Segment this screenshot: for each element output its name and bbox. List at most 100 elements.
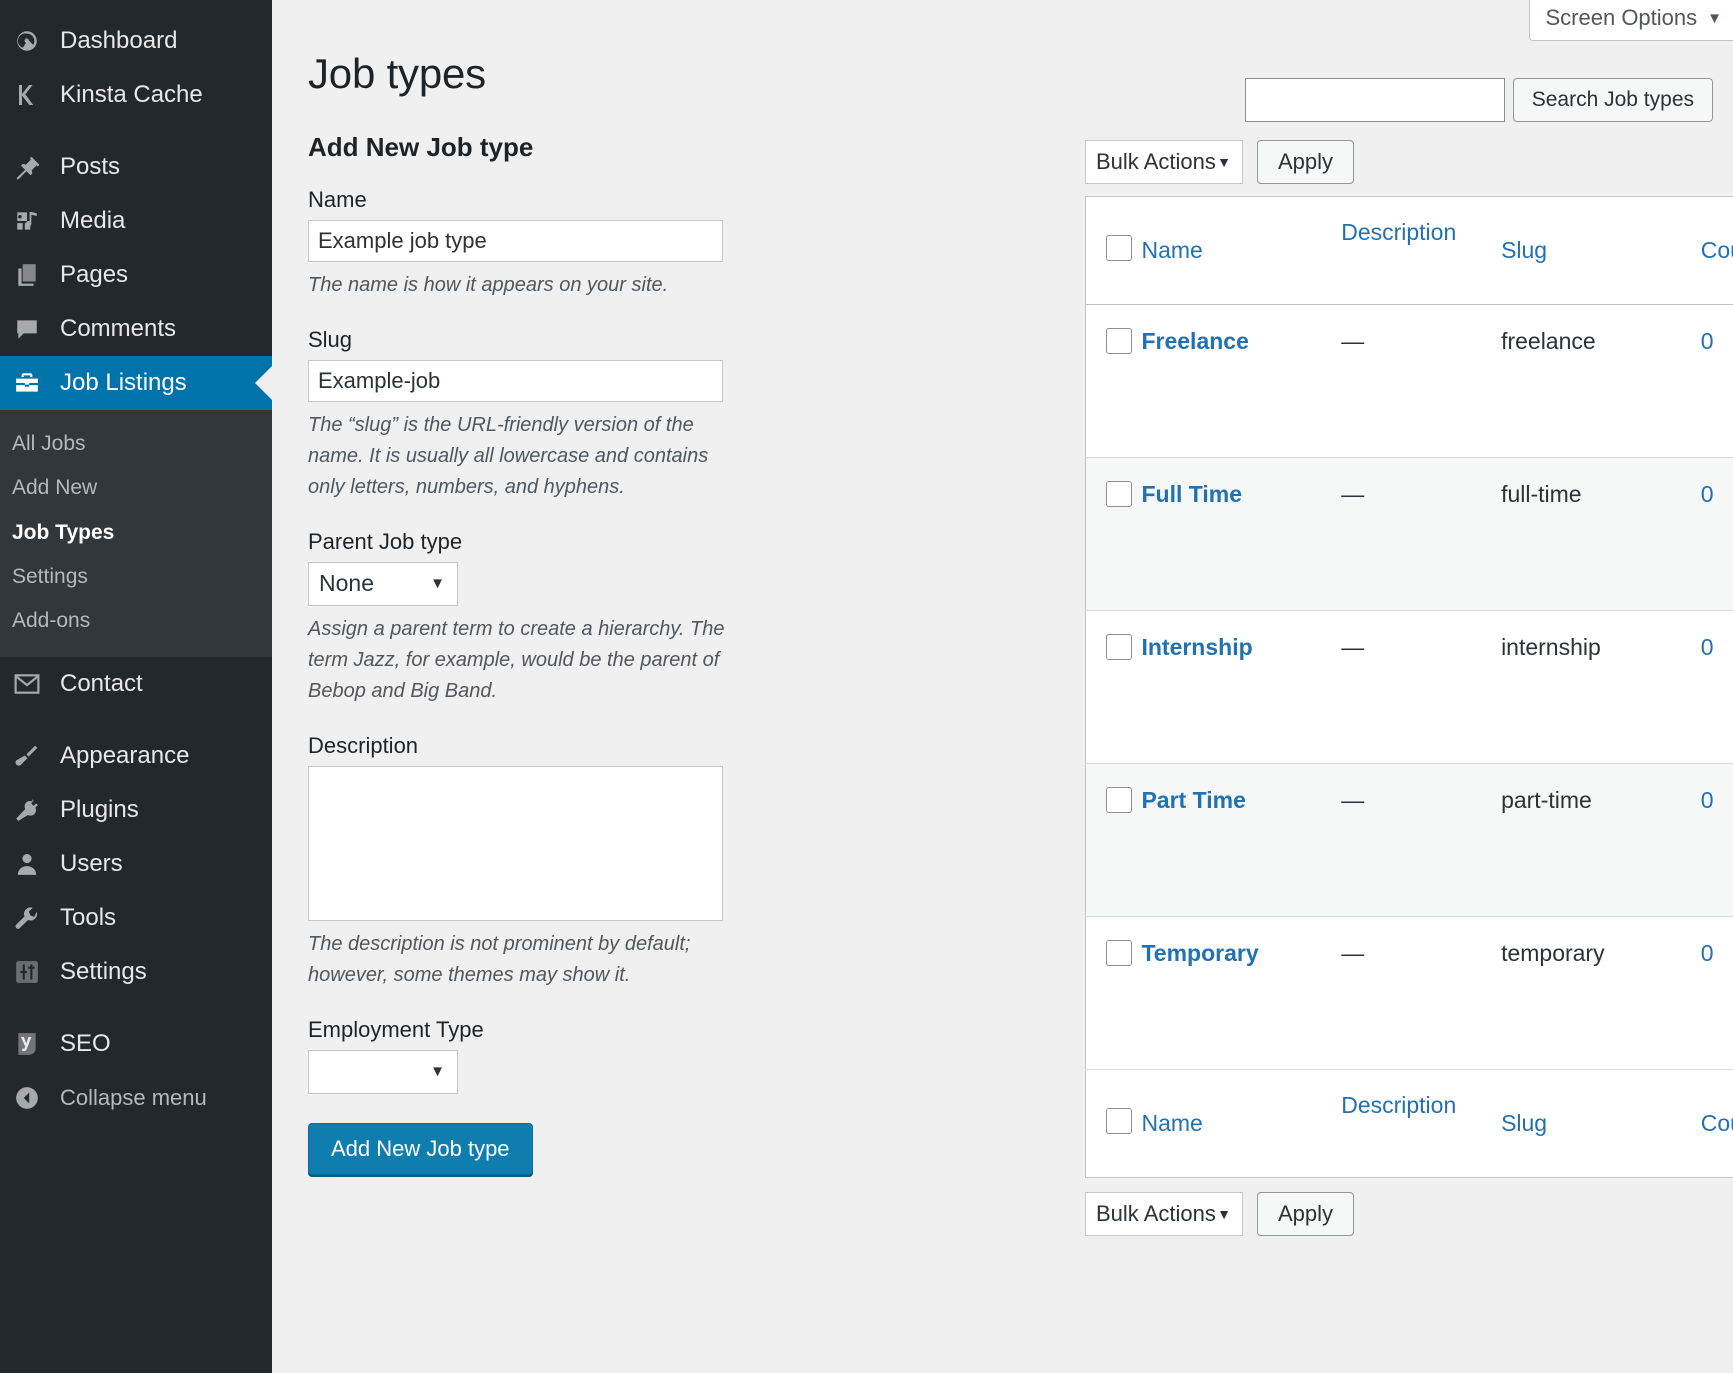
- user-icon: [12, 849, 42, 879]
- parent-label: Parent Job type: [308, 529, 728, 555]
- column-header-slug: Slug: [1501, 197, 1701, 305]
- row-checkbox[interactable]: [1106, 634, 1132, 660]
- column-header-count-link[interactable]: Count: [1701, 236, 1733, 264]
- row-checkbox[interactable]: [1106, 328, 1132, 354]
- sidebar-item-label: Users: [60, 852, 123, 876]
- row-name-link[interactable]: Part Time: [1141, 787, 1245, 813]
- sidebar-item-media[interactable]: Media: [0, 194, 272, 248]
- row-checkbox[interactable]: [1106, 787, 1132, 813]
- name-help-text: The name is how it appears on your site.: [308, 270, 726, 301]
- admin-page: Dashboard Kinsta Cache Posts Media: [0, 0, 1733, 1373]
- sidebar-item-dashboard[interactable]: Dashboard: [0, 14, 272, 68]
- table-body: Freelance — freelance 0 Contractor Full …: [1086, 305, 1733, 1070]
- row-name-link[interactable]: Internship: [1141, 634, 1252, 660]
- sidebar-item-job-listings[interactable]: Job Listings: [0, 356, 272, 410]
- column-header-count: Count: [1701, 197, 1733, 305]
- sidebar-subitem-job-types[interactable]: Job Types: [0, 511, 272, 555]
- table-row: Part Time — part-time 0 Part Time: [1086, 764, 1733, 917]
- apply-button-top[interactable]: Apply: [1257, 140, 1354, 184]
- row-name-link[interactable]: Freelance: [1141, 328, 1248, 354]
- wrench-icon: [12, 903, 42, 933]
- description-help-text: The description is not prominent by defa…: [308, 929, 726, 991]
- column-footer-slug: Slug: [1501, 1070, 1701, 1178]
- sidebar-item-label: Posts: [60, 155, 120, 179]
- row-count-link[interactable]: 0: [1701, 940, 1714, 966]
- sidebar-item-seo[interactable]: SEO: [0, 1017, 272, 1071]
- admin-sidebar: Dashboard Kinsta Cache Posts Media: [0, 0, 272, 1373]
- row-checkbox[interactable]: [1106, 940, 1132, 966]
- apply-button-bottom[interactable]: Apply: [1257, 1192, 1354, 1236]
- pin-icon: [12, 152, 42, 182]
- sidebar-item-posts[interactable]: Posts: [0, 140, 272, 194]
- name-input[interactable]: [308, 220, 723, 262]
- collapse-menu-button[interactable]: Collapse menu: [0, 1071, 272, 1125]
- employment-type-select[interactable]: ▼: [308, 1050, 458, 1094]
- row-count-link[interactable]: 0: [1701, 634, 1714, 660]
- row-checkbox[interactable]: [1106, 481, 1132, 507]
- sidebar-divider: [0, 711, 272, 729]
- media-icon: [12, 206, 42, 236]
- sidebar-subitem-add-new[interactable]: Add New: [0, 466, 272, 510]
- sidebar-subitem-add-ons[interactable]: Add-ons: [0, 599, 272, 643]
- slug-label: Slug: [308, 327, 728, 353]
- sidebar-item-label: Media: [60, 209, 125, 233]
- sidebar-item-users[interactable]: Users: [0, 837, 272, 891]
- page-title: Job types: [308, 50, 486, 98]
- bulk-actions-select-bottom[interactable]: Bulk Actions ▼: [1085, 1192, 1243, 1236]
- dashboard-icon: [12, 26, 42, 56]
- comment-bubble-icon: [12, 314, 42, 344]
- row-name-link[interactable]: Full Time: [1141, 481, 1242, 507]
- select-all-footer-header: [1086, 1070, 1142, 1178]
- sidebar-item-label: Appearance: [60, 744, 189, 768]
- row-slug: internship: [1501, 634, 1601, 660]
- sidebar-item-label: Dashboard: [60, 29, 177, 53]
- column-header-name-link[interactable]: Name: [1141, 236, 1202, 264]
- collapse-menu-label: Collapse menu: [60, 1085, 207, 1111]
- column-footer-name-link[interactable]: Name: [1141, 1109, 1202, 1137]
- select-all-checkbox[interactable]: [1106, 235, 1132, 261]
- sidebar-item-comments[interactable]: Comments: [0, 302, 272, 356]
- column-header-slug-link[interactable]: Slug: [1501, 236, 1547, 264]
- sidebar-subitem-all-jobs[interactable]: All Jobs: [0, 422, 272, 466]
- column-footer-description: Description: [1341, 1070, 1501, 1178]
- sidebar-item-pages[interactable]: Pages: [0, 248, 272, 302]
- sidebar-item-label: Pages: [60, 263, 128, 287]
- add-new-job-type-button[interactable]: Add New Job type: [308, 1123, 533, 1175]
- sidebar-item-contact[interactable]: Contact: [0, 657, 272, 711]
- column-footer-slug-link[interactable]: Slug: [1501, 1109, 1547, 1137]
- select-all-checkbox-footer[interactable]: [1106, 1108, 1132, 1134]
- row-slug: part-time: [1501, 787, 1592, 813]
- job-types-table: Name Description Slug Count Employment T: [1085, 196, 1733, 1178]
- sidebar-item-kinsta-cache[interactable]: Kinsta Cache: [0, 68, 272, 122]
- column-footer-description-link[interactable]: Description: [1341, 1091, 1456, 1119]
- sliders-icon: [12, 957, 42, 987]
- sidebar-divider: [0, 122, 272, 140]
- row-count-link[interactable]: 0: [1701, 787, 1714, 813]
- row-description: —: [1341, 481, 1364, 507]
- table-row: Freelance — freelance 0 Contractor: [1086, 305, 1733, 458]
- column-header-description-link[interactable]: Description: [1341, 218, 1456, 246]
- row-count-link[interactable]: 0: [1701, 481, 1714, 507]
- row-description: —: [1341, 787, 1364, 813]
- terms-table-panel: Bulk Actions ▼ Apply 5 items Name: [1085, 0, 1733, 1236]
- sidebar-item-appearance[interactable]: Appearance: [0, 729, 272, 783]
- sidebar-divider: [0, 999, 272, 1017]
- chevron-down-icon: ▼: [1217, 1206, 1231, 1222]
- description-textarea[interactable]: [308, 766, 723, 921]
- bulk-actions-select-top[interactable]: Bulk Actions ▼: [1085, 140, 1243, 184]
- column-footer-count-link[interactable]: Count: [1701, 1109, 1733, 1137]
- tablenav-top: Bulk Actions ▼ Apply 5 items: [1085, 140, 1733, 184]
- employment-type-label: Employment Type: [308, 1017, 728, 1043]
- slug-input[interactable]: [308, 360, 723, 402]
- row-description: —: [1341, 940, 1364, 966]
- row-name-link[interactable]: Temporary: [1141, 940, 1258, 966]
- sidebar-item-tools[interactable]: Tools: [0, 891, 272, 945]
- sidebar-subitem-settings[interactable]: Settings: [0, 555, 272, 599]
- sidebar-item-settings[interactable]: Settings: [0, 945, 272, 999]
- sidebar-item-label: Kinsta Cache: [60, 83, 203, 107]
- parent-select[interactable]: None ▼: [308, 562, 458, 606]
- sidebar-item-label: Contact: [60, 672, 143, 696]
- sidebar-item-plugins[interactable]: Plugins: [0, 783, 272, 837]
- pages-icon: [12, 260, 42, 290]
- row-count-link[interactable]: 0: [1701, 328, 1714, 354]
